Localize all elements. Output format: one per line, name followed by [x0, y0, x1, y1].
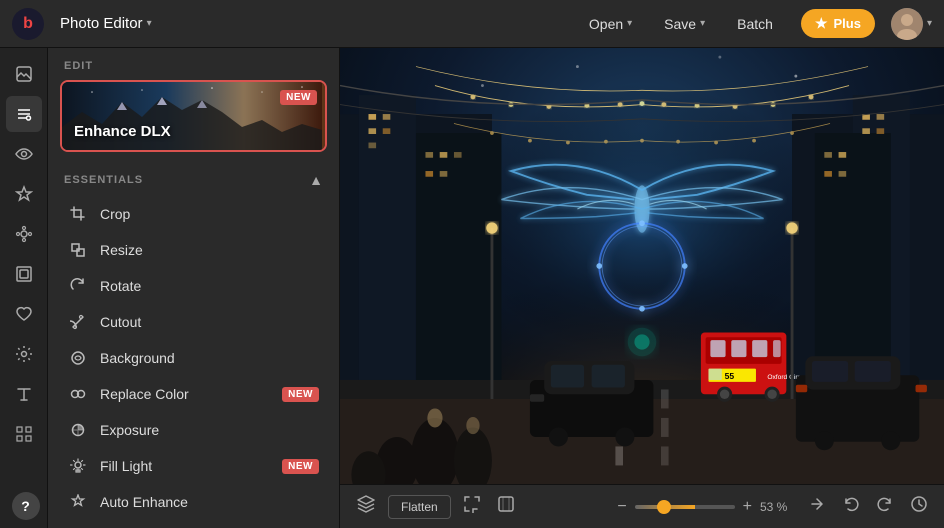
help-button[interactable]: ?: [12, 492, 40, 520]
fill-light-icon: [68, 458, 88, 474]
app-title-button[interactable]: Photo Editor ▾: [60, 15, 152, 32]
app-logo: b: [12, 8, 44, 40]
auto-enhance-label: Auto Enhance: [100, 494, 188, 510]
cutout-label: Cutout: [100, 314, 141, 330]
essentials-collapse-btn[interactable]: ▲: [309, 172, 323, 188]
tool-item-replace-color[interactable]: Replace Color NEW: [52, 376, 335, 412]
svg-text:55: 55: [725, 371, 735, 381]
essentials-header: ESSENTIALS ▲: [48, 164, 339, 196]
cutout-icon: [68, 314, 88, 330]
enhance-new-badge: NEW: [280, 90, 317, 105]
avatar-chevron-icon: ▾: [927, 18, 932, 29]
plus-star-icon: ★: [815, 15, 828, 32]
edit-tool-btn[interactable]: [6, 96, 42, 132]
tool-item-background[interactable]: Background: [52, 340, 335, 376]
fill-light-badge: NEW: [282, 459, 319, 474]
texture-tool-btn[interactable]: [6, 416, 42, 452]
save-button[interactable]: Save ▾: [652, 10, 717, 38]
plus-button[interactable]: ★ Plus: [801, 9, 875, 38]
heart-tool-btn[interactable]: [6, 296, 42, 332]
tool-item-cutout[interactable]: Cutout: [52, 304, 335, 340]
avatar-wrapper[interactable]: ▾: [891, 8, 932, 40]
text-tool-btn[interactable]: [6, 376, 42, 412]
image-tool-btn[interactable]: [6, 56, 42, 92]
effects-tool-btn[interactable]: [6, 216, 42, 252]
exposure-icon: [68, 422, 88, 438]
rotate-icon: [68, 278, 88, 294]
bottom-toolbar: Flatten − + 53 %: [340, 484, 944, 528]
app-title-text: Photo Editor: [60, 15, 143, 32]
fill-light-label: Fill Light: [100, 458, 152, 474]
toolbar-actions: [804, 491, 932, 522]
resize-icon: [68, 242, 88, 258]
history-button[interactable]: [906, 491, 932, 522]
tool-item-fill-light[interactable]: Fill Light NEW: [52, 448, 335, 484]
redo-button[interactable]: [872, 491, 898, 522]
open-button[interactable]: Open ▾: [577, 10, 644, 38]
background-label: Background: [100, 350, 175, 366]
tool-item-exposure[interactable]: Exposure: [52, 412, 335, 448]
background-icon: [68, 350, 88, 366]
tool-item-resize[interactable]: Resize: [52, 232, 335, 268]
fullscreen-button[interactable]: [493, 491, 519, 522]
zoom-out-button[interactable]: −: [617, 498, 626, 516]
exposure-label: Exposure: [100, 422, 159, 438]
flatten-button[interactable]: Flatten: [388, 495, 451, 519]
topbar: b Photo Editor ▾ Open ▾ Save ▾ Batch ★ P…: [0, 0, 944, 48]
icon-bar: ?: [0, 48, 48, 528]
zoom-percentage: 53 %: [760, 500, 796, 514]
app-title-chevron: ▾: [147, 18, 152, 29]
resize-label: Resize: [100, 242, 143, 258]
user-avatar: [891, 8, 923, 40]
enhance-dlx-card[interactable]: Enhance DLX NEW: [60, 80, 327, 152]
tool-item-rotate[interactable]: Rotate: [52, 268, 335, 304]
star-tool-btn[interactable]: [6, 176, 42, 212]
edit-section-label: EDIT: [48, 48, 339, 80]
tool-item-crop[interactable]: Crop: [52, 196, 335, 232]
crop-icon: [68, 206, 88, 222]
eye-tool-btn[interactable]: [6, 136, 42, 172]
rotate-label: Rotate: [100, 278, 141, 294]
canvas-image[interactable]: 55 Oxford Circus: [340, 48, 944, 484]
enhance-dlx-label: Enhance DLX: [74, 123, 171, 140]
tool-item-auto-enhance[interactable]: Auto Enhance: [52, 484, 335, 520]
essentials-title: ESSENTIALS: [64, 174, 143, 186]
layers-button[interactable]: [352, 490, 380, 523]
tools-list: Crop Resize: [48, 196, 339, 528]
replace-color-icon: [68, 386, 88, 402]
canvas-area: 55 Oxford Circus: [340, 48, 944, 528]
left-panel: EDIT: [48, 48, 340, 528]
replace-color-badge: NEW: [282, 387, 319, 402]
topbar-nav: Open ▾ Save ▾ Batch: [577, 10, 785, 38]
fit-screen-button[interactable]: [459, 491, 485, 522]
zoom-controls: − + 53 %: [617, 498, 796, 516]
undo-button[interactable]: [838, 491, 864, 522]
flip-button[interactable]: [804, 491, 830, 522]
auto-enhance-icon: [68, 494, 88, 510]
settings-tool-btn[interactable]: [6, 336, 42, 372]
replace-color-label: Replace Color: [100, 386, 189, 402]
frame-tool-btn[interactable]: [6, 256, 42, 292]
crop-label: Crop: [100, 206, 130, 222]
zoom-slider[interactable]: [635, 505, 735, 509]
zoom-in-button[interactable]: +: [743, 498, 752, 516]
batch-button[interactable]: Batch: [725, 10, 785, 38]
main-layout: ? EDIT: [0, 48, 944, 528]
